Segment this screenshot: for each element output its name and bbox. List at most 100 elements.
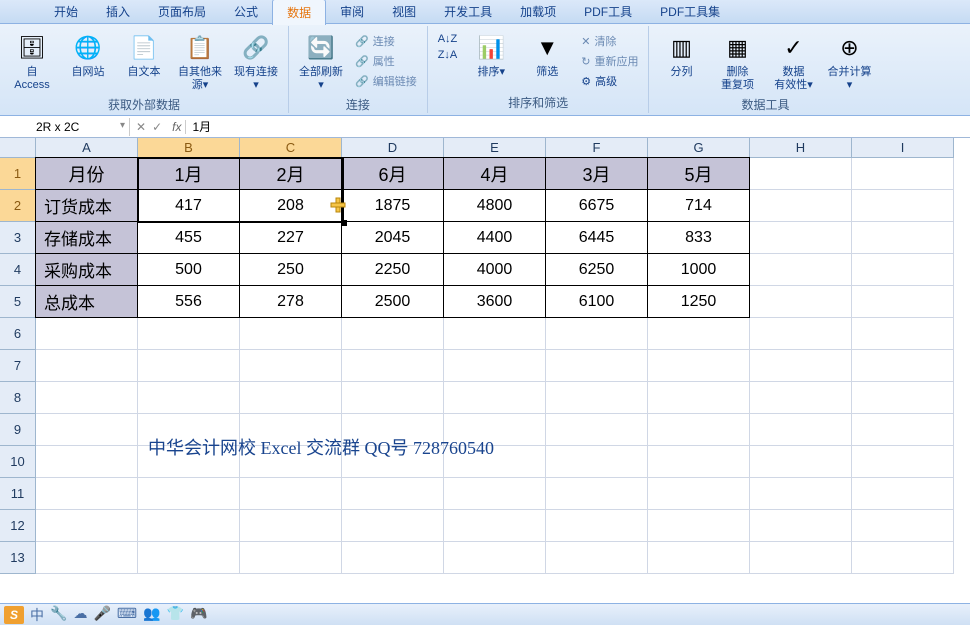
cell[interactable] [240,478,342,510]
tab-开始[interactable]: 开始 [40,0,92,24]
cell[interactable] [852,510,954,542]
colhead-H[interactable]: H [750,138,852,158]
rowhead-11[interactable]: 11 [0,478,36,510]
cell[interactable] [342,478,444,510]
cell[interactable] [852,158,954,190]
cell[interactable] [648,318,750,350]
accept-icon[interactable]: ✓ [152,120,162,134]
colhead-C[interactable]: C [240,138,342,158]
rowhead-13[interactable]: 13 [0,542,36,574]
datatool-3[interactable]: ⊕合并计算▾ [823,30,875,94]
rowhead-12[interactable]: 12 [0,510,36,542]
cells-area[interactable]: 月份1月2月6月4月3月5月订货成本417208187548006675714存… [36,158,954,574]
cell[interactable]: 4000 [443,253,546,286]
datatool-0[interactable]: ▥分列 [655,30,707,81]
tab-开发工具[interactable]: 开发工具 [430,0,506,24]
tab-加载项[interactable]: 加载项 [506,0,570,24]
cell[interactable] [36,350,138,382]
cell[interactable]: 3600 [443,285,546,318]
fx-icon[interactable]: fx [168,120,186,134]
cell[interactable] [648,542,750,574]
cell[interactable]: 4月 [443,157,546,190]
cell[interactable] [852,382,954,414]
cell[interactable] [36,318,138,350]
rowhead-5[interactable]: 5 [0,286,36,318]
getdata-4[interactable]: 🔗现有连接▾ [230,30,282,94]
cell[interactable]: 4800 [443,189,546,222]
status-icon-1[interactable]: 🔧 [50,605,67,625]
tab-插入[interactable]: 插入 [92,0,144,24]
tab-PDF工具集[interactable]: PDF工具集 [646,0,734,24]
cell[interactable] [36,414,138,446]
conn-2[interactable]: 🔗编辑链接 [351,72,421,90]
cell[interactable] [36,478,138,510]
getdata-0[interactable]: 🗄自 Access [6,30,58,94]
cell[interactable] [444,318,546,350]
cell[interactable] [852,542,954,574]
cell[interactable]: 417 [137,189,240,222]
cell[interactable] [342,318,444,350]
cell[interactable] [444,382,546,414]
sort-za-button[interactable]: Z↓A [434,48,462,62]
tab-PDF工具[interactable]: PDF工具 [570,0,646,24]
sogou-icon[interactable]: S [4,606,24,624]
cell[interactable] [648,446,750,478]
cell[interactable] [138,510,240,542]
cell[interactable] [750,446,852,478]
cell[interactable]: 6675 [545,189,648,222]
status-icon-0[interactable]: 中 [30,605,44,625]
cell[interactable]: 6250 [545,253,648,286]
conn-0[interactable]: 🔗连接 [351,32,421,50]
cell[interactable] [750,382,852,414]
cell[interactable]: 存储成本 [35,221,138,254]
cell[interactable] [852,222,954,254]
tab-页面布局[interactable]: 页面布局 [144,0,220,24]
cell[interactable] [750,286,852,318]
rowhead-3[interactable]: 3 [0,222,36,254]
rowhead-9[interactable]: 9 [0,414,36,446]
cell[interactable]: 4400 [443,221,546,254]
cell[interactable]: 2045 [341,221,444,254]
select-all-corner[interactable] [0,138,36,158]
cell[interactable]: 采购成本 [35,253,138,286]
cell[interactable] [750,542,852,574]
cell[interactable] [36,382,138,414]
cell[interactable]: 208 [239,189,342,222]
tab-数据[interactable]: 数据 [272,0,326,25]
cell[interactable] [750,190,852,222]
cell[interactable]: 5月 [647,157,750,190]
cell[interactable]: 2500 [341,285,444,318]
colhead-D[interactable]: D [342,138,444,158]
cell[interactable] [240,542,342,574]
cell[interactable] [750,158,852,190]
cell[interactable] [342,542,444,574]
cell[interactable] [240,510,342,542]
cell[interactable] [648,382,750,414]
fill-handle[interactable] [341,220,347,226]
cell[interactable] [648,350,750,382]
cell[interactable] [546,318,648,350]
cell[interactable] [138,350,240,382]
status-icon-2[interactable]: ☁ [73,605,87,625]
cell[interactable] [852,318,954,350]
cell[interactable]: 455 [137,221,240,254]
status-icon-6[interactable]: 👕 [167,605,184,625]
advanced-button[interactable]: ⚙ 高级 [577,72,642,90]
cell[interactable]: 500 [137,253,240,286]
cell[interactable]: 月份 [35,157,138,190]
cell[interactable] [546,446,648,478]
status-icon-5[interactable]: 👥 [143,605,160,625]
colhead-A[interactable]: A [36,138,138,158]
status-icon-3[interactable]: 🎤 [93,605,110,625]
cell[interactable] [138,382,240,414]
name-box[interactable]: 2R x 2C [30,118,130,136]
cell[interactable] [750,478,852,510]
cell[interactable] [648,510,750,542]
cell[interactable]: 2月 [239,157,342,190]
cell[interactable] [546,510,648,542]
sort-button[interactable]: 📊 排序▾ [465,30,517,81]
cell[interactable] [852,254,954,286]
cell[interactable]: 250 [239,253,342,286]
cell[interactable] [444,542,546,574]
cell[interactable]: 556 [137,285,240,318]
